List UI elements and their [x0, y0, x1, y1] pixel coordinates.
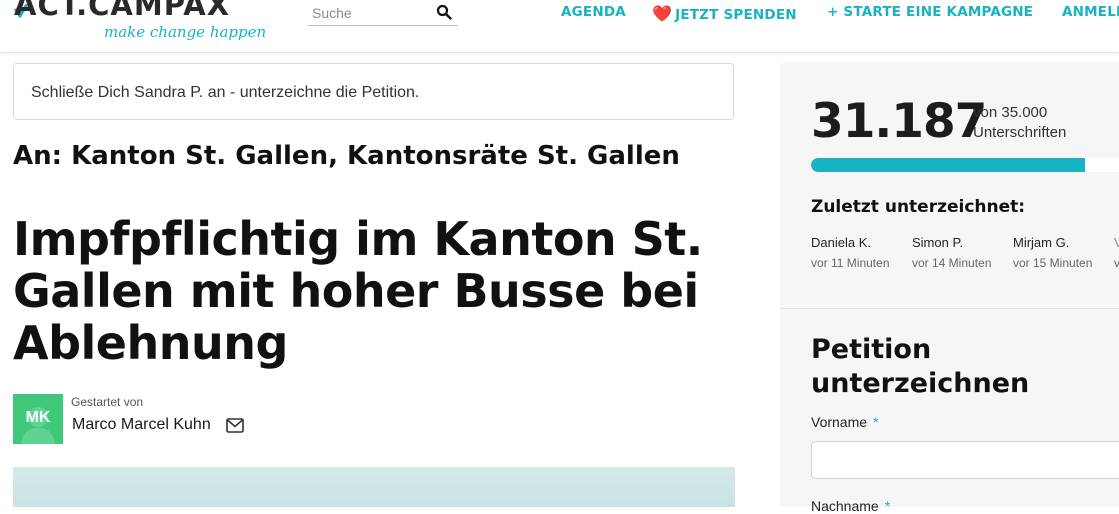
nav-start-campaign-label: + STARTE EINE KAMPAGNE — [827, 4, 1034, 20]
nav-agenda[interactable]: AGENDA — [561, 4, 626, 20]
join-petition-banner: Schließe Dich Sandra P. an - unterzeichn… — [13, 63, 734, 120]
signer-time: vor 15 Minuten — [1013, 256, 1093, 270]
petition-image — [13, 467, 735, 507]
signer-name: Daniela K. — [811, 235, 871, 250]
recent-signers-heading: Zuletzt unterzeichnet: — [811, 197, 1026, 217]
progress-fill — [811, 158, 1086, 172]
signer-time: vor 11 Minuten — [811, 256, 890, 270]
nav-donate-label: JETZT SPENDEN — [675, 7, 797, 23]
required-marker: * — [873, 414, 879, 430]
logo-tagline: make change happen — [104, 23, 267, 41]
signer-name: Simon P. — [912, 235, 964, 250]
avatar: MK — [13, 394, 63, 444]
top-navigation-bar: ACT.CAMPAX make change happen AGENDA ❤️J… — [0, 0, 1119, 53]
signature-goal: von 35.000 — [973, 104, 1048, 121]
nav-login-label: ANMELDEN — [1062, 4, 1119, 20]
nav-start-campaign[interactable]: + STARTE EINE KAMPAGNE — [827, 4, 1033, 20]
petition-title: Impfpflichtig im Kanton St. Gallen mit h… — [13, 212, 703, 370]
envelope-icon[interactable] — [226, 418, 244, 433]
avatar-initials: MK — [25, 409, 51, 426]
site-logo[interactable]: ACT.CAMPAX — [14, 0, 230, 22]
recent-signer: Simon P. vor 14 Minuten — [912, 235, 991, 271]
nav-donate[interactable]: ❤️ JETZT SPENDEN — [652, 4, 797, 23]
search-icon[interactable] — [436, 4, 452, 20]
started-by-label: Gestartet von — [71, 395, 144, 409]
recent-signer: Mirjam G. vor 15 Minuten — [1013, 235, 1092, 271]
last-name-label: Nachname * — [811, 498, 890, 514]
recent-signer: V v — [1114, 235, 1119, 271]
author-name[interactable]: Marco Marcel Kuhn — [72, 416, 211, 434]
required-marker: * — [884, 498, 891, 514]
signature-progress-bar — [811, 158, 1119, 172]
sign-petition-heading: Petition unterzeichnen — [811, 334, 1030, 399]
recent-signer: Daniela K. vor 11 Minuten — [811, 235, 890, 271]
signer-time: v — [1114, 256, 1119, 270]
first-name-label-text: Vorname — [811, 414, 868, 430]
nav-agenda-label: AGENDA — [561, 4, 626, 20]
search-input[interactable] — [310, 2, 432, 24]
first-name-label: Vorname * — [811, 414, 879, 430]
last-name-label-text: Nachname — [811, 498, 879, 514]
petition-recipient: An: Kanton St. Gallen, Kantonsräte St. G… — [13, 141, 680, 171]
search-box — [308, 0, 458, 26]
nav-login[interactable]: ANMELDEN — [1062, 4, 1119, 20]
join-message: Schließe Dich Sandra P. an - unterzeichn… — [31, 84, 420, 101]
signer-name: Mirjam G. — [1013, 235, 1070, 250]
signer-name: V — [1114, 235, 1119, 250]
signature-count: 31.187 — [811, 94, 987, 149]
heart-icon: ❤️ — [652, 4, 673, 23]
sidebar-divider — [780, 308, 1119, 309]
first-name-field[interactable] — [811, 441, 1119, 479]
signature-goal-unit: Unterschriften — [973, 124, 1067, 141]
signer-time: vor 14 Minuten — [912, 256, 992, 270]
